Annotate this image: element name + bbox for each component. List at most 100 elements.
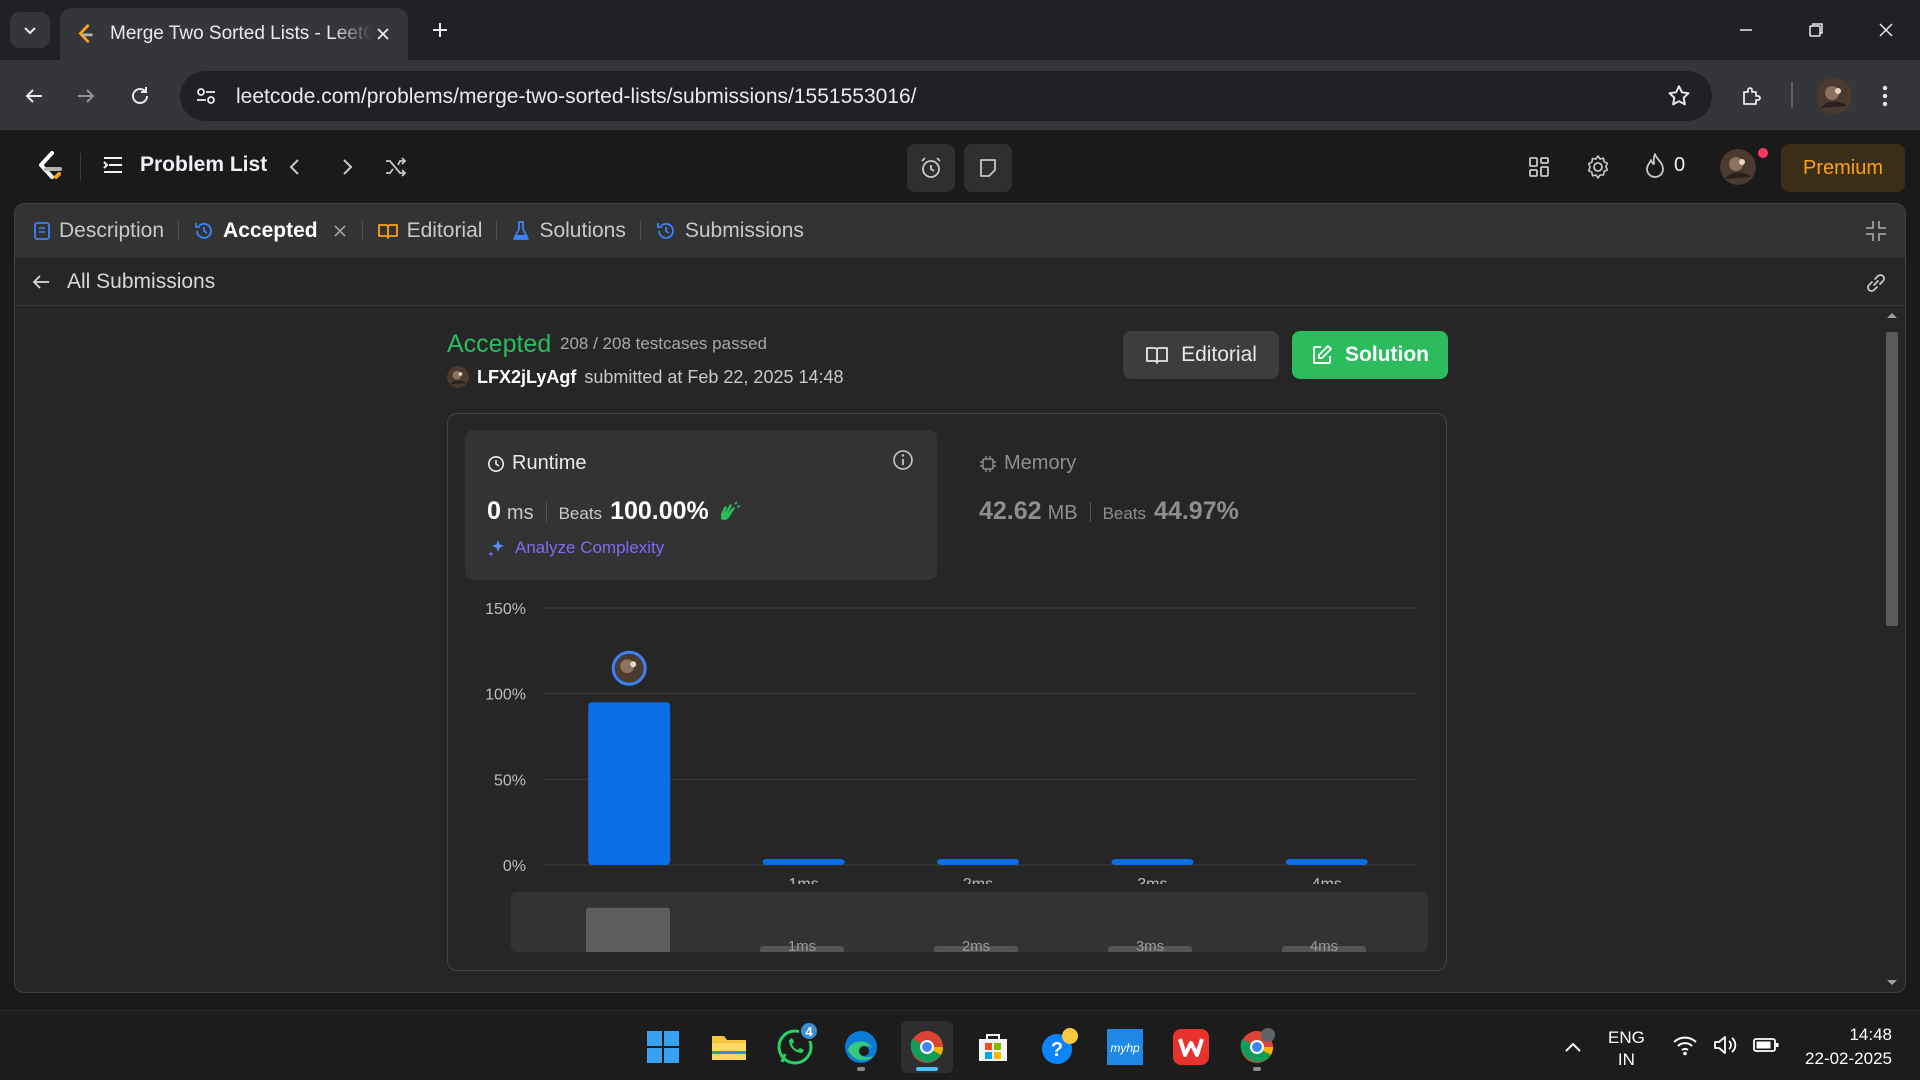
clap-icon: [720, 500, 741, 520]
arrow-left-icon[interactable]: [29, 270, 53, 294]
browser-tab-active[interactable]: Merge Two Sorted Lists - LeetCode: [60, 8, 408, 60]
beats-label: Beats: [558, 504, 603, 523]
book-icon: [377, 224, 398, 239]
minimap-label: 2ms: [962, 938, 990, 952]
running-indicator: [1253, 1067, 1261, 1071]
x-tick-label: 1ms: [788, 876, 818, 884]
tab-accepted[interactable]: Accepted: [193, 204, 348, 258]
tab-description[interactable]: Description: [33, 204, 164, 258]
minimap-label: 1ms: [788, 938, 816, 952]
url-text[interactable]: leetcode.com/problems/merge-two-sorted-l…: [236, 85, 917, 109]
note-icon: [980, 159, 996, 177]
wps-office-app[interactable]: [1165, 1021, 1217, 1073]
close-tab-icon[interactable]: [372, 23, 394, 45]
chrome-profile-app[interactable]: [1231, 1021, 1283, 1073]
premium-button[interactable]: Premium: [1781, 144, 1905, 192]
browser-toolbar: leetcode.com/problems/merge-two-sorted-l…: [0, 60, 1920, 130]
editorial-button[interactable]: Editorial: [1123, 331, 1279, 379]
notes-button[interactable]: [964, 144, 1012, 192]
whatsapp-app[interactable]: 4: [769, 1021, 821, 1073]
notification-dot: [1758, 148, 1768, 158]
minimize-button[interactable]: [1722, 10, 1770, 50]
minimap-label: 3ms: [1136, 938, 1164, 952]
forward-button[interactable]: [66, 76, 106, 116]
distribution-minimap[interactable]: 1ms 2ms 3ms 4ms: [511, 892, 1428, 952]
leetcode-logo-icon[interactable]: [30, 148, 68, 186]
memory-box[interactable]: Memory 42.62 MB Beats 44.97%: [957, 430, 1429, 580]
chrome-icon: [1240, 1028, 1275, 1063]
file-explorer-app[interactable]: [703, 1021, 755, 1073]
x-tick-label: 2ms: [963, 876, 993, 884]
extensions-button[interactable]: [1734, 78, 1770, 114]
store-icon: [979, 1034, 1007, 1061]
wps-icon: [1173, 1029, 1209, 1065]
close-tab-icon[interactable]: [332, 223, 348, 239]
minimap-label: 4ms: [1310, 938, 1338, 952]
layout-button[interactable]: [1524, 152, 1554, 182]
address-bar[interactable]: leetcode.com/problems/merge-two-sorted-l…: [180, 71, 1712, 121]
system-clock[interactable]: 14:48 22-02-2025: [1805, 1023, 1892, 1071]
tab-search-button[interactable]: [10, 12, 50, 48]
show-hidden-icons-icon[interactable]: [1560, 1035, 1586, 1061]
book-icon: [1146, 347, 1168, 364]
close-window-button[interactable]: [1862, 10, 1910, 50]
gear-icon: [1587, 155, 1609, 179]
tab-solutions[interactable]: Solutions: [511, 204, 626, 258]
link-icon[interactable]: [1863, 270, 1889, 296]
info-icon[interactable]: [891, 448, 915, 472]
metric-divider: [1089, 501, 1091, 522]
all-submissions-link[interactable]: All Submissions: [67, 270, 215, 294]
microsoft-store-app[interactable]: [967, 1021, 1019, 1073]
bookmark-star-icon[interactable]: [1666, 83, 1692, 109]
tab-divider: [496, 221, 498, 241]
beats-label: Beats: [1102, 504, 1147, 523]
windows-logo-icon: [647, 1031, 679, 1063]
help-icon: ?: [1042, 1028, 1078, 1064]
back-button[interactable]: [14, 76, 54, 116]
timer-button[interactable]: [907, 144, 955, 192]
panel-scrollbar[interactable]: [1883, 306, 1901, 992]
notification-badge: 4: [799, 1021, 819, 1041]
runtime-label: Runtime: [512, 452, 587, 474]
solution-button[interactable]: Solution: [1292, 331, 1448, 379]
list-icon: [103, 157, 122, 173]
profile-avatar[interactable]: [1816, 78, 1852, 114]
settings-button[interactable]: [1583, 152, 1613, 182]
edge-app[interactable]: [835, 1021, 887, 1073]
user-avatar[interactable]: [1720, 149, 1756, 185]
folder-icon: [712, 1036, 746, 1060]
analyze-complexity-link[interactable]: Analyze Complexity: [487, 538, 664, 558]
restore-button[interactable]: [1792, 10, 1840, 50]
scroll-up-icon[interactable]: [1883, 308, 1901, 322]
memory-label: Memory: [1004, 452, 1077, 474]
prev-problem-button[interactable]: [280, 152, 310, 182]
system-tray[interactable]: [1672, 1033, 1780, 1057]
chrome-icon: [910, 1031, 944, 1063]
chrome-app[interactable]: [901, 1021, 953, 1073]
site-settings-icon[interactable]: [194, 84, 218, 108]
windows-taskbar: 4 ? myhp ENG IN 14:48 22-02-2025: [0, 1010, 1920, 1080]
minimap-bar: [586, 907, 670, 952]
next-problem-button[interactable]: [332, 152, 362, 182]
running-indicator: [916, 1067, 938, 1071]
reload-button[interactable]: [120, 76, 160, 116]
myhp-app[interactable]: myhp: [1099, 1021, 1151, 1073]
scroll-thumb[interactable]: [1886, 332, 1898, 626]
start-button[interactable]: [637, 1021, 689, 1073]
streak-counter[interactable]: 0: [1644, 152, 1685, 178]
tab-submissions[interactable]: Submissions: [655, 204, 804, 258]
collapse-panel-icon[interactable]: [1863, 218, 1889, 244]
scroll-down-icon[interactable]: [1883, 976, 1901, 990]
browser-menu-button[interactable]: [1870, 78, 1900, 114]
x-tick-label: 4ms: [1312, 876, 1342, 884]
new-tab-button[interactable]: [424, 14, 456, 46]
get-help-app[interactable]: ?: [1033, 1021, 1085, 1073]
runtime-box[interactable]: Runtime 0 ms Beats 100.00% Analyze Compl…: [465, 430, 937, 580]
problem-list-button[interactable]: Problem List: [100, 152, 267, 178]
input-language-indicator[interactable]: ENG IN: [1608, 1027, 1645, 1071]
random-problem-button[interactable]: [381, 152, 411, 182]
submitter-avatar[interactable]: [447, 366, 469, 388]
submitter-username[interactable]: LFX2jLyAgf: [477, 367, 576, 388]
chart-bar: [588, 702, 671, 865]
tab-editorial[interactable]: Editorial: [377, 204, 482, 258]
